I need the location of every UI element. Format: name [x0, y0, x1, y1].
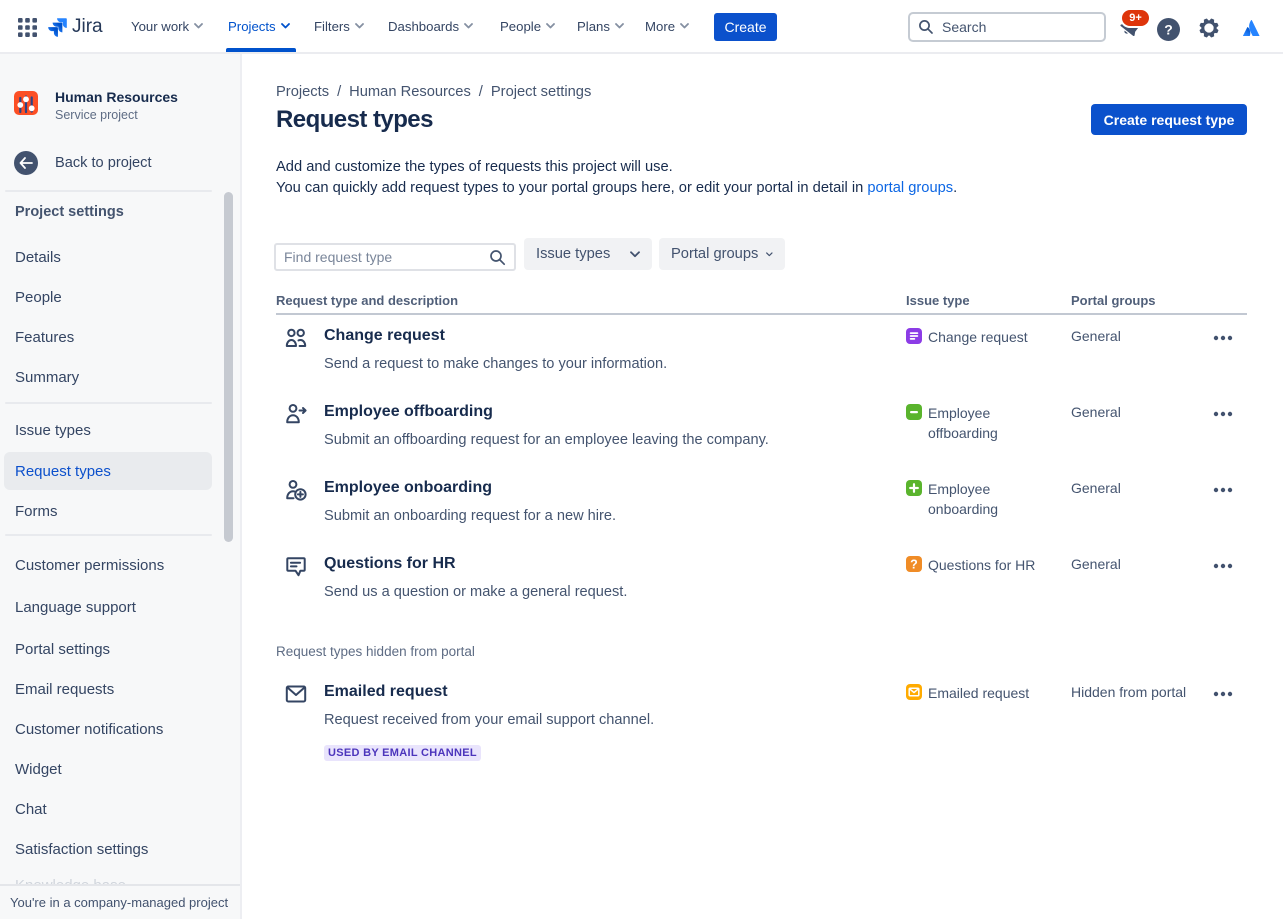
svg-text:?: ? — [1164, 22, 1173, 38]
svg-text:?: ? — [910, 557, 918, 571]
